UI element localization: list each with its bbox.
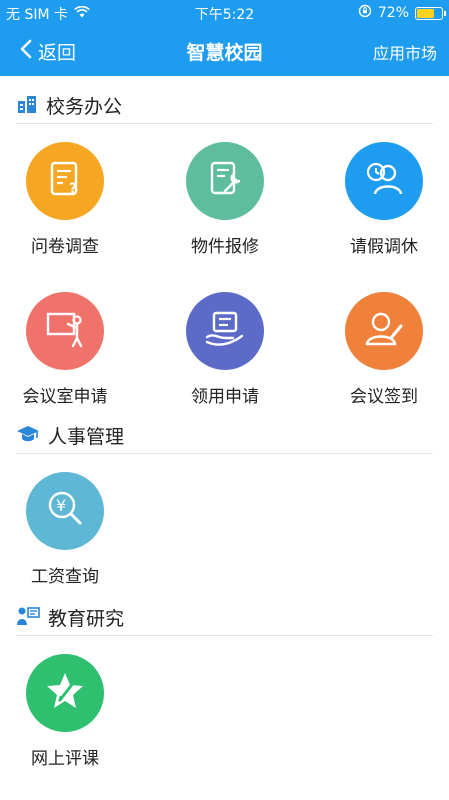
app-tile-salary[interactable]: ¥ 工资查询: [0, 472, 130, 587]
app-label: 问卷调查: [31, 237, 99, 257]
app-icon-circle: ?: [26, 142, 104, 220]
app-icon-circle: [26, 292, 104, 370]
app-icon-circle: ¥: [26, 472, 104, 550]
app-tile-questionnaire[interactable]: ? 问卷调查: [0, 142, 130, 257]
star-pen-icon: [42, 668, 88, 718]
app-icon-circle: [345, 292, 423, 370]
user-sign-icon: [361, 306, 407, 356]
section-title: 人事管理: [48, 426, 125, 448]
app-icon-circle: [186, 292, 264, 370]
nav-bar: 返回 智慧校园 应用市场: [0, 26, 449, 76]
building-icon: [16, 93, 38, 119]
app-label: 网上评课: [31, 749, 99, 769]
user-clock-icon: [361, 156, 407, 206]
battery-icon: [415, 6, 446, 20]
section-title: 校务办公: [46, 96, 123, 118]
questionnaire-icon: ?: [43, 157, 87, 205]
status-right: 72%: [358, 4, 446, 22]
graduation-cap-icon: [16, 423, 40, 449]
app-tile-meeting-signin[interactable]: 会议签到: [319, 292, 449, 407]
app-label: 工资查询: [31, 567, 99, 587]
app-market-button[interactable]: 应用市场: [373, 40, 437, 64]
app-icon-circle: [26, 654, 104, 732]
app-tile-meeting-room[interactable]: 会议室申请: [0, 292, 130, 407]
app-label: 领用申请: [191, 387, 259, 407]
svg-text:¥: ¥: [56, 496, 66, 515]
top-bar: 无 SIM 卡 下午5:22 72% 返回 智慧校园 应用市场: [0, 0, 449, 76]
app-tile-repair[interactable]: 物件报修: [160, 142, 290, 257]
rotation-lock-icon: [358, 4, 372, 22]
app-label: 请假调休: [350, 237, 418, 257]
app-icon-circle: [345, 142, 423, 220]
teacher-board-icon: [16, 605, 40, 631]
salary-search-icon: ¥: [42, 486, 88, 536]
section-header-research: 教育研究: [16, 600, 433, 636]
app-tile-leave[interactable]: 请假调休: [319, 142, 449, 257]
battery-fill: [417, 8, 434, 18]
app-label: 会议室申请: [22, 387, 108, 407]
hand-document-icon: [202, 306, 248, 356]
app-tile-course-review[interactable]: 网上评课: [0, 654, 130, 769]
wrench-icon: [203, 157, 247, 205]
app-icon-circle: [186, 142, 264, 220]
battery-percent: 72%: [377, 5, 409, 21]
presentation-icon: [42, 306, 88, 356]
app-tile-requisition[interactable]: 领用申请: [160, 292, 290, 407]
section-title: 教育研究: [48, 608, 125, 630]
section-header-hr: 人事管理: [16, 418, 433, 454]
app-label: 物件报修: [191, 237, 259, 257]
svg-text:?: ?: [69, 181, 77, 197]
content-area: 校务办公 ? 问卷调查 物件报修 请假调休 会议室申请 领用申请 会议签到 人事…: [0, 76, 449, 800]
app-label: 会议签到: [350, 387, 418, 407]
section-header-office: 校务办公: [16, 88, 433, 124]
status-bar: 无 SIM 卡 下午5:22 72%: [0, 0, 449, 26]
